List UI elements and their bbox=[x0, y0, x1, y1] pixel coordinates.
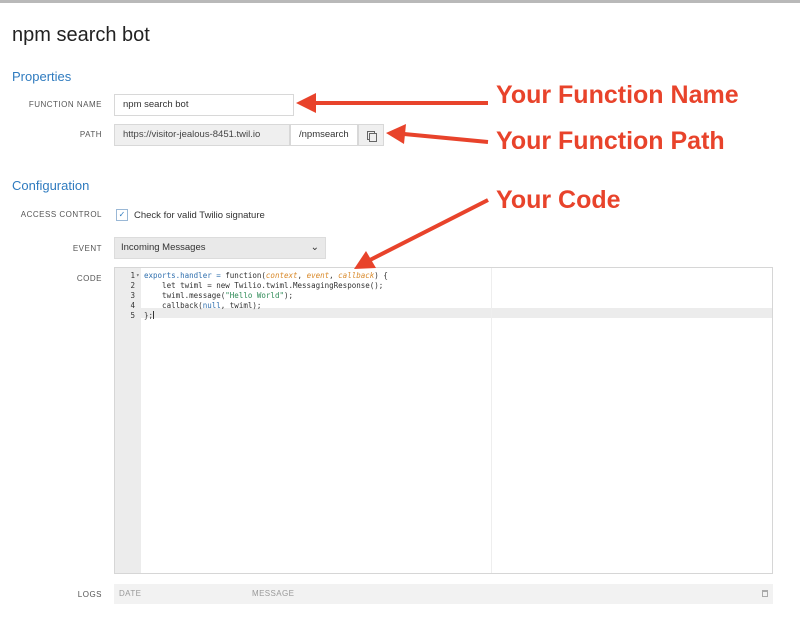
annotation-function-name: Your Function Name bbox=[496, 81, 739, 109]
arrowhead-function-name bbox=[296, 93, 316, 113]
arrowhead-function-path bbox=[386, 124, 406, 144]
arrow-code bbox=[367, 198, 489, 263]
annotation-function-path: Your Function Path bbox=[496, 127, 725, 155]
arrow-function-path bbox=[403, 132, 489, 144]
annotation-code: Your Code bbox=[496, 186, 621, 214]
